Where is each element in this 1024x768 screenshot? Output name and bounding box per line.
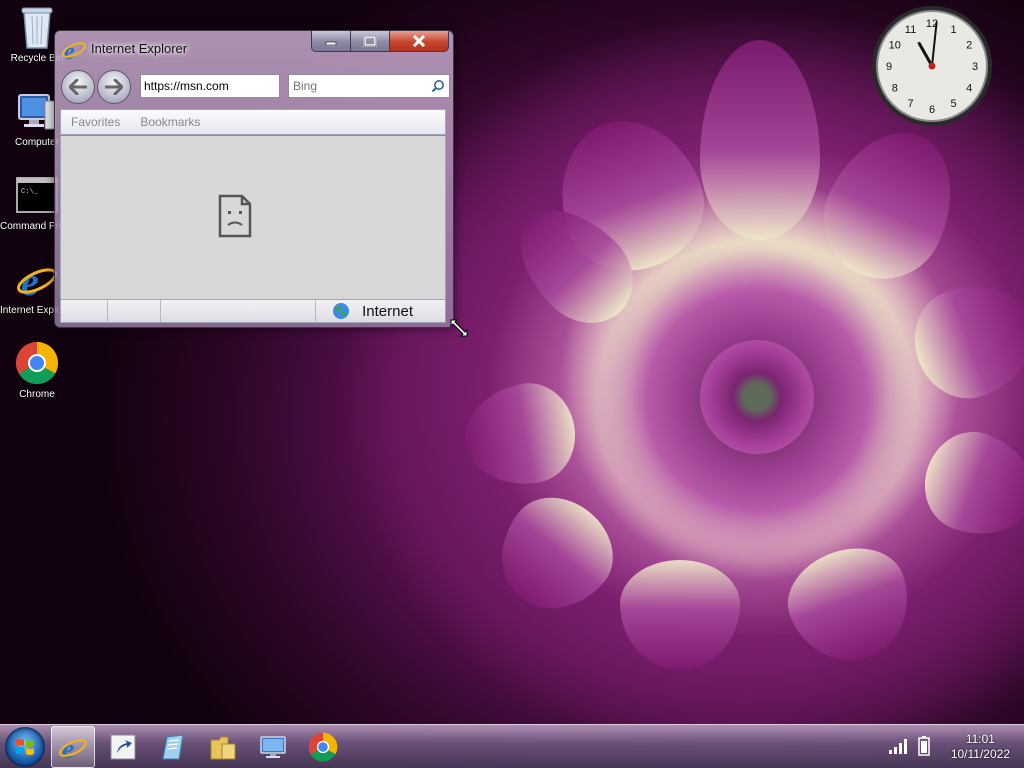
internet-explorer-icon: e bbox=[17, 259, 57, 301]
wallpaper-petal bbox=[457, 376, 583, 494]
close-icon bbox=[412, 35, 426, 47]
wallpaper-petal bbox=[911, 419, 1024, 551]
system-tray: 11:01 10/11/2022 bbox=[864, 725, 1024, 768]
minimize-icon bbox=[325, 41, 337, 45]
internet-explorer-icon: e bbox=[59, 734, 87, 762]
maximize-icon bbox=[363, 35, 377, 47]
maximize-button[interactable] bbox=[351, 31, 390, 52]
recycle-bin-icon bbox=[21, 7, 53, 49]
taskbar-item-folder[interactable] bbox=[201, 726, 245, 768]
clock-numeral: 6 bbox=[929, 104, 935, 116]
window-title: Internet Explorer bbox=[91, 41, 188, 56]
arrow-left-icon bbox=[69, 79, 87, 95]
back-button[interactable] bbox=[61, 70, 95, 104]
chrome-icon bbox=[15, 342, 59, 385]
resize-cursor-icon bbox=[450, 319, 468, 337]
bookmarks-link[interactable]: Bookmarks bbox=[130, 115, 210, 129]
favorites-link[interactable]: Favorites bbox=[61, 115, 130, 129]
wallpaper-petal bbox=[700, 40, 820, 240]
taskbar-item-chrome[interactable] bbox=[301, 726, 345, 768]
taskbar-time: 11:01 bbox=[965, 732, 995, 746]
clock-gadget[interactable]: 12 1 2 3 4 5 6 7 8 9 10 11 bbox=[870, 4, 994, 128]
start-button[interactable] bbox=[5, 727, 45, 767]
search-icon[interactable] bbox=[431, 79, 445, 93]
internet-explorer-icon: e bbox=[61, 39, 87, 62]
taskbar-item-internet-explorer[interactable]: e bbox=[51, 726, 95, 768]
arrow-right-icon bbox=[105, 79, 123, 95]
search-input[interactable] bbox=[289, 75, 427, 97]
clock-numeral: 4 bbox=[966, 83, 972, 95]
taskbar-date: 10/11/2022 bbox=[950, 747, 1010, 761]
sad-page-icon bbox=[218, 194, 252, 238]
svg-text:C:\_: C:\_ bbox=[21, 188, 39, 196]
wallpaper-petal bbox=[477, 477, 633, 633]
taskbar: e 11:01 10/11/2022 bbox=[0, 724, 1024, 768]
status-bar: Internet bbox=[60, 299, 446, 323]
status-cell bbox=[61, 300, 108, 322]
desktop: Recycle Bin Computer C:\_ Command Prompt bbox=[0, 0, 1024, 768]
clock-numeral: 10 bbox=[889, 40, 901, 52]
clock-numeral: 3 bbox=[972, 61, 978, 73]
clock-numeral: 11 bbox=[905, 24, 916, 36]
taskbar-item-shortcut[interactable] bbox=[101, 726, 145, 768]
minimize-button[interactable] bbox=[311, 31, 351, 52]
globe-icon bbox=[333, 303, 350, 319]
desktop-icon-label: Chrome bbox=[19, 389, 55, 400]
battery-icon[interactable] bbox=[918, 736, 930, 756]
window-titlebar[interactable]: e Internet Explorer bbox=[55, 31, 453, 65]
ie-window[interactable]: e Internet Explorer https://msn.com Bing… bbox=[54, 30, 454, 328]
search-box[interactable] bbox=[288, 74, 450, 98]
security-zone[interactable]: Internet bbox=[326, 300, 445, 322]
clock-numeral: 7 bbox=[907, 98, 913, 110]
close-button[interactable] bbox=[390, 31, 449, 52]
page-content bbox=[60, 136, 446, 299]
favorites-bar: Favorites Bookmarks bbox=[60, 109, 446, 135]
taskbar-clock[interactable]: 11:01 10/11/2022 bbox=[951, 732, 1010, 762]
clock-numeral: 9 bbox=[886, 61, 892, 73]
wallpaper-petal bbox=[620, 560, 740, 670]
windows-logo-icon bbox=[16, 739, 34, 755]
status-cell bbox=[161, 300, 316, 322]
clock-face: 12 1234567891011 bbox=[872, 6, 992, 126]
signal-strength-icon[interactable] bbox=[888, 737, 910, 755]
command-prompt-icon: C:\_ bbox=[16, 177, 58, 213]
computer-icon bbox=[18, 94, 56, 130]
address-bar[interactable]: https://msn.com bbox=[140, 74, 280, 98]
chrome-icon bbox=[308, 732, 338, 762]
folder-icon bbox=[210, 736, 236, 760]
forward-button[interactable] bbox=[97, 70, 131, 104]
flower-center bbox=[700, 340, 814, 454]
status-cell bbox=[108, 300, 161, 322]
clock-numeral: 1 bbox=[950, 24, 956, 36]
clock-numeral: 5 bbox=[950, 98, 956, 110]
document-icon bbox=[162, 734, 184, 760]
wallpaper-petal bbox=[899, 267, 1024, 413]
wallpaper-petal bbox=[774, 532, 926, 678]
taskbar-item-network[interactable] bbox=[251, 726, 295, 768]
security-zone-label: Internet bbox=[362, 302, 413, 320]
taskbar-item-document[interactable] bbox=[151, 726, 195, 768]
wallpaper-petal bbox=[803, 111, 977, 299]
desktop-icon-chrome[interactable]: Chrome bbox=[0, 340, 74, 400]
navigation-bar: https://msn.com bbox=[59, 70, 450, 104]
shortcut-icon bbox=[110, 734, 136, 760]
network-icon bbox=[260, 736, 286, 758]
clock-numeral: 8 bbox=[892, 83, 898, 95]
clock-numeral: 2 bbox=[966, 40, 972, 52]
caption-buttons bbox=[311, 31, 449, 52]
